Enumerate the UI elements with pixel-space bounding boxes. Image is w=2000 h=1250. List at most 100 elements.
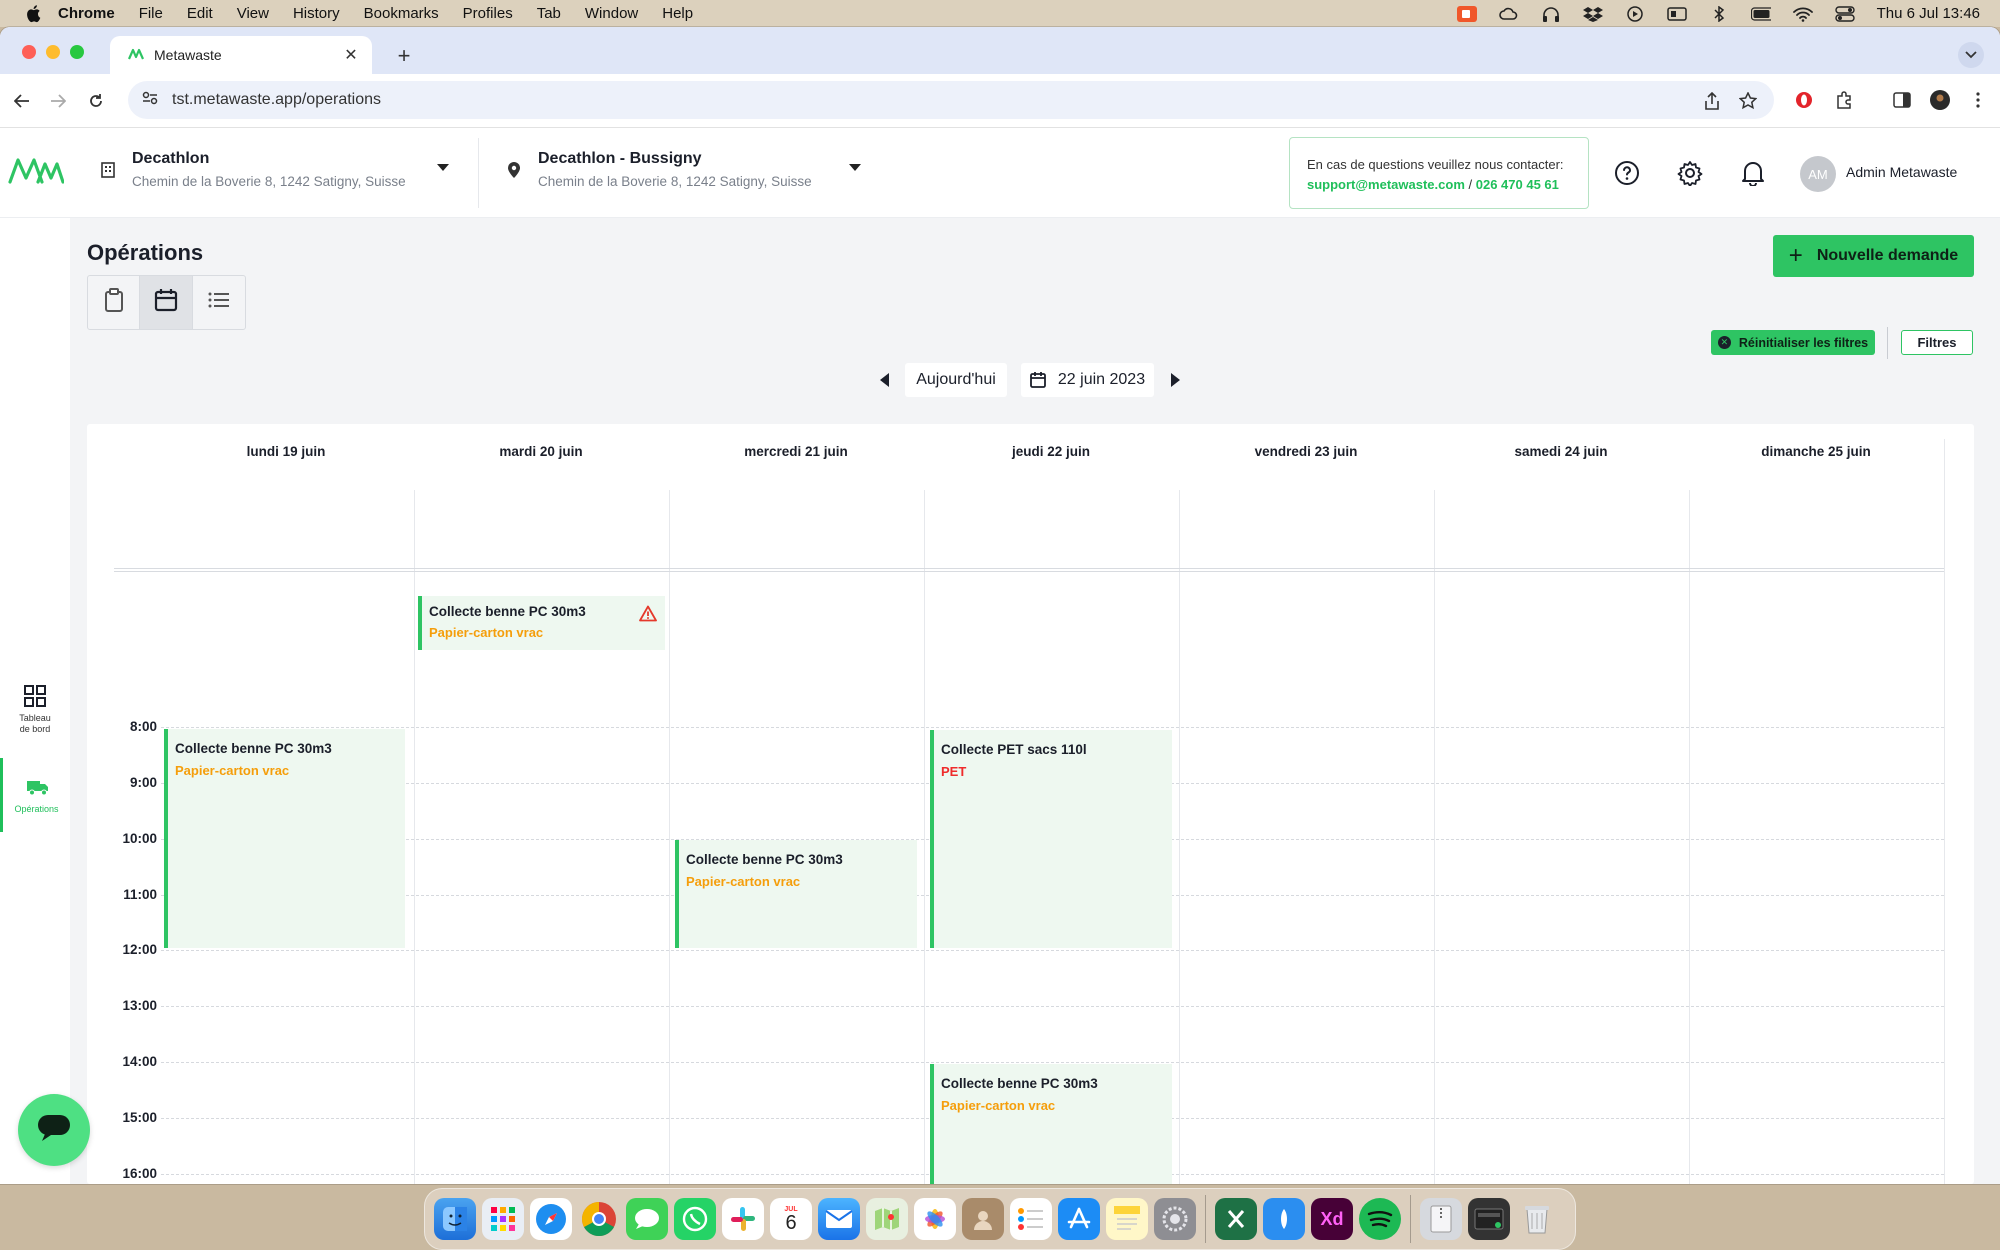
address-bar[interactable]: tst.metawaste.app/operations [128, 81, 1774, 119]
event-card[interactable]: Collecte benne PC 30m3 Papier-carton vra… [930, 1064, 1172, 1184]
browser-menu-icon[interactable] [1967, 89, 1989, 111]
list-view-button[interactable] [193, 276, 245, 329]
adobe-xd-icon[interactable]: Xd [1311, 1198, 1353, 1240]
slack-icon[interactable] [722, 1198, 764, 1240]
company-caret-down-icon[interactable] [437, 164, 449, 171]
launchpad-icon[interactable] [482, 1198, 524, 1240]
finder-icon[interactable] [434, 1198, 476, 1240]
menu-help[interactable]: Help [662, 5, 693, 22]
sidebar-item-operations[interactable]: Opérations [0, 758, 70, 832]
reminders-icon[interactable] [1010, 1198, 1052, 1240]
messages-icon[interactable] [626, 1198, 668, 1240]
share-icon[interactable] [1702, 91, 1722, 111]
menu-file[interactable]: File [139, 5, 163, 22]
site-caret-down-icon[interactable] [849, 164, 861, 171]
next-week-arrow-icon[interactable] [1171, 373, 1180, 387]
safari-icon[interactable] [530, 1198, 572, 1240]
play-circle-icon[interactable] [1625, 5, 1645, 22]
dropbox-icon[interactable] [1582, 6, 1603, 22]
spotify-icon[interactable] [1359, 1198, 1401, 1240]
event-material: Papier-carton vrac [175, 763, 290, 778]
system-settings-icon[interactable] [1154, 1198, 1196, 1240]
side-panel-icon[interactable] [1891, 89, 1913, 111]
tab-close-icon[interactable]: ✕ [342, 46, 360, 64]
event-card[interactable]: Collecte benne PC 30m3 Papier-carton vra… [675, 840, 917, 948]
opera-extension-icon[interactable] [1793, 89, 1815, 111]
reload-icon[interactable] [84, 89, 108, 113]
app-header: Decathlon Chemin de la Boverie 8, 1242 S… [0, 128, 2000, 218]
previous-week-arrow-icon[interactable] [880, 373, 889, 387]
contact-email-link[interactable]: support@metawaste.com [1307, 177, 1465, 192]
bluetooth-icon[interactable] [1709, 5, 1729, 22]
control-center-icon[interactable] [1834, 5, 1855, 22]
menu-history[interactable]: History [293, 5, 340, 22]
user-name[interactable]: Admin Metawaste [1846, 164, 1957, 180]
settings-gear-icon[interactable] [1675, 158, 1705, 188]
maps-icon[interactable] [866, 1198, 908, 1240]
browser-tab-metawaste[interactable]: Metawaste ✕ [110, 36, 372, 74]
metawaste-logo-icon[interactable] [8, 156, 65, 186]
hour-label: 8:00 [129, 719, 157, 734]
help-icon[interactable] [1612, 158, 1642, 188]
today-button[interactable]: Aujourd'hui [905, 363, 1007, 397]
reset-filters-button[interactable]: ✕ Réinitialiser les filtres [1711, 330, 1875, 355]
battery-icon[interactable] [1750, 6, 1771, 22]
whatsapp-icon[interactable] [674, 1198, 716, 1240]
clipboard-view-button[interactable] [88, 276, 141, 329]
event-card[interactable]: Collecte PET sacs 110l PET [930, 730, 1172, 948]
profile-avatar-icon[interactable] [1929, 89, 1951, 111]
chat-support-button[interactable] [18, 1094, 90, 1166]
headphones-icon[interactable] [1541, 6, 1561, 22]
screen-record-icon[interactable] [1456, 5, 1477, 22]
calendar-view-button[interactable] [140, 276, 193, 329]
hour-label: 12:00 [122, 942, 157, 957]
minimize-window-button[interactable] [46, 45, 60, 59]
menu-edit[interactable]: Edit [187, 5, 213, 22]
calendar-app-icon[interactable]: JUL 6 [770, 1198, 812, 1240]
event-title: Collecte benne PC 30m3 [175, 741, 332, 756]
new-request-button[interactable]: + Nouvelle demande [1773, 235, 1974, 277]
allday-event-card[interactable]: Collecte benne PC 30m3 Papier-carton vra… [418, 596, 665, 650]
bookmark-star-icon[interactable] [1738, 91, 1758, 111]
screenshot-thumbnail-icon[interactable] [1468, 1198, 1510, 1240]
testflight-icon[interactable] [1263, 1198, 1305, 1240]
new-tab-button[interactable]: + [390, 42, 418, 70]
sidebar-item-dashboard[interactable]: Tableau de bord [0, 673, 70, 747]
menu-app-name[interactable]: Chrome [58, 5, 115, 22]
apple-icon[interactable] [22, 3, 44, 25]
extensions-puzzle-icon[interactable] [1833, 89, 1855, 111]
display-icon[interactable] [1666, 6, 1687, 22]
chrome-icon[interactable] [578, 1198, 620, 1240]
tab-search-chevron-icon[interactable] [1958, 42, 1984, 68]
menu-tab[interactable]: Tab [537, 5, 561, 22]
event-card[interactable]: Collecte benne PC 30m3 Papier-carton vra… [164, 729, 405, 948]
filters-button[interactable]: Filtres [1901, 330, 1973, 355]
event-material: Papier-carton vrac [941, 1098, 1056, 1113]
menu-profiles[interactable]: Profiles [463, 5, 513, 22]
photos-icon[interactable] [914, 1198, 956, 1240]
app-store-icon[interactable] [1058, 1198, 1100, 1240]
cloud-sync-icon[interactable] [1498, 6, 1519, 22]
mail-icon[interactable] [818, 1198, 860, 1240]
menu-bookmarks[interactable]: Bookmarks [364, 5, 439, 22]
company-selector[interactable]: Decathlon Chemin de la Boverie 8, 1242 S… [98, 150, 458, 196]
site-selector[interactable]: Decathlon - Bussigny Chemin de la Boveri… [504, 150, 864, 196]
menu-window[interactable]: Window [585, 5, 638, 22]
wifi-icon[interactable] [1792, 6, 1813, 22]
notifications-bell-icon[interactable] [1738, 158, 1768, 188]
user-avatar[interactable]: AM [1800, 156, 1836, 192]
site-settings-icon[interactable] [142, 91, 158, 110]
close-window-button[interactable] [22, 45, 36, 59]
back-arrow-icon[interactable] [10, 89, 34, 113]
contact-phone-link[interactable]: 026 470 45 61 [1476, 177, 1559, 192]
date-picker-button[interactable]: 22 juin 2023 [1021, 363, 1154, 397]
zoom-window-button[interactable] [70, 45, 84, 59]
contacts-icon[interactable] [962, 1198, 1004, 1240]
forward-arrow-icon[interactable] [46, 89, 70, 113]
notes-icon[interactable] [1106, 1198, 1148, 1240]
menubar-clock[interactable]: Thu 6 Jul 13:46 [1877, 5, 1980, 22]
excel-icon[interactable] [1215, 1198, 1257, 1240]
trash-icon[interactable] [1516, 1198, 1558, 1240]
archive-file-icon[interactable] [1420, 1198, 1462, 1240]
menu-view[interactable]: View [237, 5, 269, 22]
